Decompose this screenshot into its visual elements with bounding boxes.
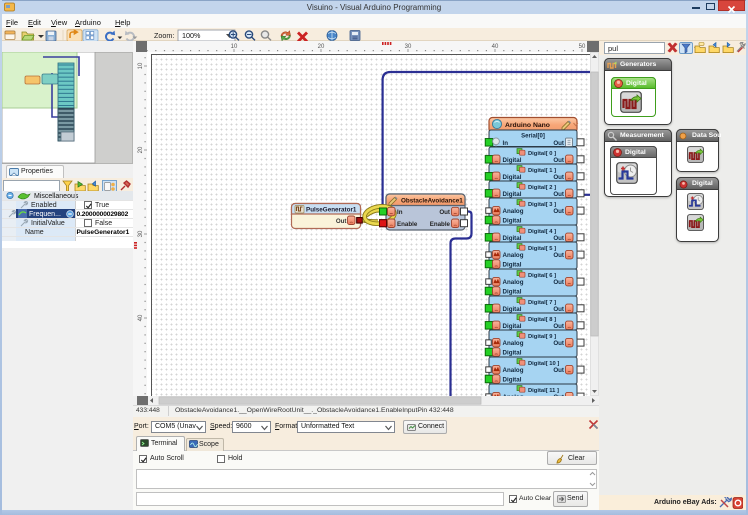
svg-text:Digital[ 10 ]: Digital[ 10 ] [528, 361, 559, 367]
svg-text:Digital[ 0 ]: Digital[ 0 ] [528, 151, 556, 157]
svg-text:Out: Out [553, 323, 564, 330]
svg-text:Digital: Digital [503, 323, 522, 330]
svg-text:Out: Out [553, 235, 564, 242]
svg-text:Digital: Digital [503, 350, 522, 357]
svg-text:Digital: Digital [503, 157, 522, 164]
svg-text:Out: Out [553, 279, 564, 286]
svg-text:100%: 100% [182, 31, 201, 40]
svg-text:Digital: Digital [503, 377, 522, 384]
svg-text:Digital: Digital [503, 262, 522, 269]
svg-text:Enable: Enable [397, 221, 418, 228]
svg-text:Serial[0]: Serial[0] [521, 134, 545, 140]
svg-text:Analog: Analog [503, 208, 524, 215]
svg-text:Arduino Nano: Arduino Nano [505, 122, 550, 129]
svg-text:ObstacleAvoidance1: ObstacleAvoidance1 [401, 198, 463, 205]
svg-text:Out: Out [336, 218, 347, 225]
svg-text:Digital: Digital [503, 218, 522, 225]
svg-text:Digital[ 3 ]: Digital[ 3 ] [528, 202, 556, 208]
svg-text:Out: Out [553, 174, 564, 181]
svg-text:Out: Out [553, 306, 564, 313]
svg-text:Out: Out [553, 340, 564, 347]
svg-text:Out: Out [553, 157, 564, 164]
svg-text:Out: Out [553, 252, 564, 259]
svg-text:Digital[ 4 ]: Digital[ 4 ] [528, 229, 556, 235]
svg-text:Zoom:: Zoom: [154, 31, 174, 40]
svg-text:Out: Out [553, 208, 564, 215]
svg-text:20: 20 [138, 146, 144, 153]
svg-text:Digital[ 9 ]: Digital[ 9 ] [528, 334, 556, 340]
svg-text:In: In [397, 209, 403, 216]
svg-text:Digital[ 5 ]: Digital[ 5 ] [528, 246, 556, 252]
svg-text:Digital: Digital [503, 174, 522, 181]
svg-text:30: 30 [138, 230, 144, 237]
svg-text:In: In [503, 140, 509, 147]
svg-text:Digital[ 1 ]: Digital[ 1 ] [528, 168, 556, 174]
svg-text:Digital: Digital [503, 191, 522, 198]
svg-text:Analog: Analog [503, 252, 524, 259]
svg-text:Digital[ 2 ]: Digital[ 2 ] [528, 185, 556, 191]
svg-text:Out: Out [553, 367, 564, 374]
svg-text:Enable: Enable [430, 221, 451, 228]
svg-text:Digital: Digital [503, 289, 522, 296]
svg-text:Analog: Analog [503, 367, 524, 374]
svg-text:Out: Out [439, 209, 450, 216]
svg-text:Digital: Digital [503, 306, 522, 313]
svg-text:Digital: Digital [503, 235, 522, 242]
svg-text:Digital[ 8 ]: Digital[ 8 ] [528, 317, 556, 323]
svg-text:Out: Out [553, 140, 564, 147]
svg-text:Digital[ 11 ]: Digital[ 11 ] [528, 388, 559, 394]
svg-text:10: 10 [138, 62, 144, 69]
svg-text:PulseGenerator1: PulseGenerator1 [306, 207, 357, 214]
svg-text:Out: Out [553, 191, 564, 198]
svg-text:Digital[ 6 ]: Digital[ 6 ] [528, 273, 556, 279]
svg-text:Digital[ 7 ]: Digital[ 7 ] [528, 300, 556, 306]
svg-text:Analog: Analog [503, 279, 524, 286]
svg-text:40: 40 [138, 314, 144, 321]
svg-text:Analog: Analog [503, 340, 524, 347]
